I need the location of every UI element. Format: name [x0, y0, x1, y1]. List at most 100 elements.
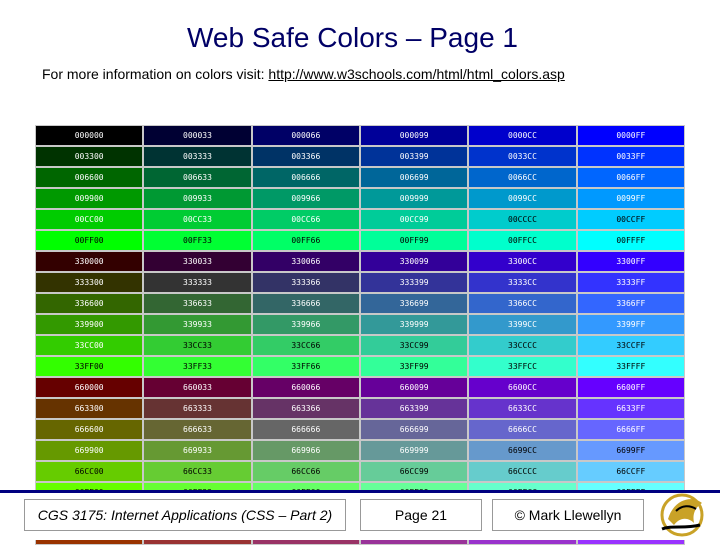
color-row: 00CC00 00CC33 00CC66 00CC99 00CCCC 00CCFF [35, 209, 685, 230]
color-swatch-cell: 33FFFF [576, 356, 685, 377]
color-swatch-cell: 0000CC [468, 125, 577, 146]
slide-footer: CGS 3175: Internet Applications (CSS – P… [0, 493, 720, 540]
color-swatch-cell: 33CCFF [576, 335, 685, 356]
color-swatch-cell: 336633 [143, 293, 252, 314]
color-swatch-cell: 6666CC [468, 419, 577, 440]
color-swatch-cell: 00FFFF [576, 230, 685, 251]
color-swatch-cell: 000099 [359, 125, 469, 146]
color-swatch-cell: 00CC00 [35, 209, 144, 230]
color-swatch-cell: 66CCCC [468, 461, 577, 482]
slide-title: Web Safe Colors – Page 1 [186, 22, 518, 53]
color-swatch-cell: 330099 [359, 251, 469, 272]
color-swatch-cell: 66CCFF [576, 461, 685, 482]
color-swatch-cell: 006600 [35, 167, 144, 188]
color-swatch-cell: 6699CC [468, 440, 577, 461]
footer-course: CGS 3175: Internet Applications (CSS – P… [24, 499, 346, 531]
color-swatch-cell: 669900 [35, 440, 144, 461]
color-row: 339900 339933 339966 339999 3399CC 3399FF [35, 314, 685, 335]
color-swatch-cell: 336600 [35, 293, 144, 314]
color-swatch-cell: 00FF99 [359, 230, 469, 251]
color-swatch-cell: 339933 [143, 314, 252, 335]
color-row: 669900 669933 669966 669999 6699CC 6699FF [35, 440, 685, 461]
color-swatch-cell: 663399 [359, 398, 469, 419]
color-swatch-cell: 66CC66 [251, 461, 360, 482]
color-swatch-cell: 009966 [251, 188, 360, 209]
color-swatch-cell: 00CCCC [468, 209, 577, 230]
color-swatch-cell: 00CC66 [251, 209, 360, 230]
color-row: 330000 330033 330066 330099 3300CC 3300FF [35, 251, 685, 272]
color-swatch-cell: 3399CC [468, 314, 577, 335]
color-swatch-cell: 6666FF [576, 419, 685, 440]
color-swatch-cell: 00FF00 [35, 230, 144, 251]
color-row: 33FF00 33FF33 33FF66 33FF99 33FFCC 33FFFF [35, 356, 685, 377]
color-swatch-cell: 333300 [35, 272, 144, 293]
color-swatch-cell: 00CC33 [143, 209, 252, 230]
web-safe-color-table: 000000 000033 000066 000099 0000CC 0000FF 0033… [35, 125, 685, 545]
color-swatch-cell: 33FF66 [251, 356, 360, 377]
color-swatch-cell: 669999 [359, 440, 469, 461]
color-swatch-cell: 330066 [251, 251, 360, 272]
color-row: 333300 333333 333366 333399 3333CC 3333FF [35, 272, 685, 293]
color-swatch-cell: 3399FF [576, 314, 685, 335]
color-swatch-cell: 006633 [143, 167, 252, 188]
subtitle-text: For more information on colors visit: [42, 66, 269, 82]
color-swatch-cell: 00CCFF [576, 209, 685, 230]
color-swatch-cell: 33FF33 [143, 356, 252, 377]
color-swatch-cell: 3333CC [468, 272, 577, 293]
color-swatch-cell: 6633CC [468, 398, 577, 419]
color-swatch-cell: 3300FF [576, 251, 685, 272]
color-swatch-cell: 006666 [251, 167, 360, 188]
color-swatch-cell: 33CCCC [468, 335, 577, 356]
color-swatch-cell: 6699FF [576, 440, 685, 461]
color-swatch-cell: 666699 [359, 419, 469, 440]
color-swatch-cell: 003333 [143, 146, 252, 167]
color-swatch-cell: 33FF00 [35, 356, 144, 377]
color-row: 006600 006633 006666 006699 0066CC 0066FF [35, 167, 685, 188]
color-swatch-cell: 663300 [35, 398, 144, 419]
color-swatch-cell: 000000 [35, 125, 144, 146]
color-swatch-cell: 333399 [359, 272, 469, 293]
color-swatch-cell: 330033 [143, 251, 252, 272]
color-swatch-cell: 339999 [359, 314, 469, 335]
color-swatch-cell: 000033 [143, 125, 252, 146]
color-swatch-cell: 3333FF [576, 272, 685, 293]
color-swatch-cell: 663366 [251, 398, 360, 419]
footer-page-number: Page 21 [360, 499, 482, 531]
footer-author: © Mark Llewellyn [492, 499, 644, 531]
color-swatch-cell: 00FFCC [468, 230, 577, 251]
color-swatch-cell: 0033FF [576, 146, 685, 167]
color-swatch-cell: 33CC99 [359, 335, 469, 356]
color-swatch-cell: 00CC99 [359, 209, 469, 230]
color-swatch-cell: 666633 [143, 419, 252, 440]
color-swatch-cell: 33FF99 [359, 356, 469, 377]
color-swatch-cell: 6633FF [576, 398, 685, 419]
color-swatch-cell: 6600FF [576, 377, 685, 398]
color-swatch-cell: 336699 [359, 293, 469, 314]
color-row: 003300 003333 003366 003399 0033CC 0033FF [35, 146, 685, 167]
color-swatch-cell: 660033 [143, 377, 252, 398]
color-row: 00FF00 00FF33 00FF66 00FF99 00FFCC 00FFFF [35, 230, 685, 251]
color-swatch-cell: 009900 [35, 188, 144, 209]
color-row: 009900 009933 009966 009999 0099CC 0099FF [35, 188, 685, 209]
color-swatch-cell: 666666 [251, 419, 360, 440]
color-swatch-cell: 663333 [143, 398, 252, 419]
color-swatch-cell: 0066CC [468, 167, 577, 188]
color-swatch-cell: 00FF33 [143, 230, 252, 251]
color-swatch-cell: 333366 [251, 272, 360, 293]
color-row: 000000 000033 000066 000099 0000CC 0000FF [35, 125, 685, 146]
color-swatch-cell: 66CC00 [35, 461, 144, 482]
color-swatch-cell: 0000FF [576, 125, 685, 146]
color-swatch-cell: 339900 [35, 314, 144, 335]
slide-subtitle: For more information on colors visit: ht… [42, 66, 565, 82]
color-swatch-cell: 33CC66 [251, 335, 360, 356]
color-swatch-cell: 339966 [251, 314, 360, 335]
color-swatch-cell: 000066 [251, 125, 360, 146]
color-swatch-cell: 0033CC [468, 146, 577, 167]
w3schools-link[interactable]: http://www.w3schools.com/html/html_color… [268, 66, 564, 82]
color-row: 666600 666633 666666 666699 6666CC 6666FF [35, 419, 685, 440]
color-swatch-cell: 660066 [251, 377, 360, 398]
color-swatch-cell: 003300 [35, 146, 144, 167]
color-table-body: 000000 000033 000066 000099 0000CC 0000FF 0033… [35, 125, 685, 545]
color-swatch-cell: 330000 [35, 251, 144, 272]
color-swatch-cell: 009999 [359, 188, 469, 209]
